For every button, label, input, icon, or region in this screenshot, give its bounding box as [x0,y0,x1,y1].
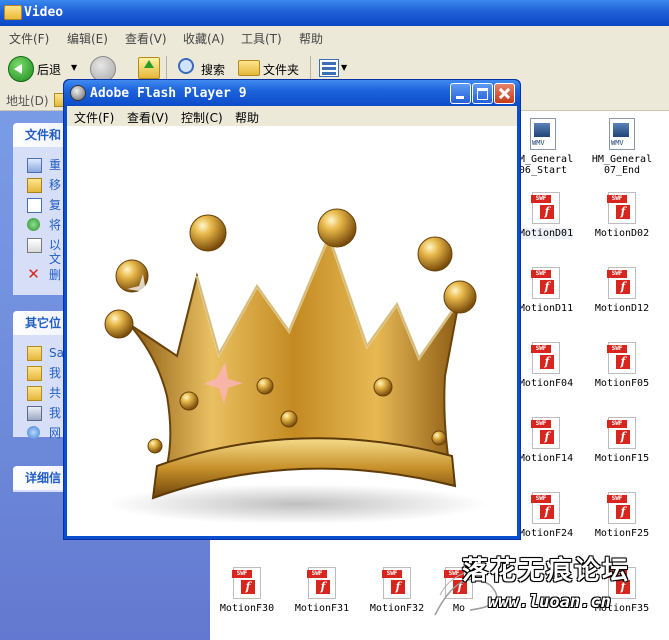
swf-file-icon: SWF f [607,492,636,524]
folder-icon [4,5,22,20]
watermark-url: www.luoan.cn [488,592,611,612]
file-item[interactable]: SWF f MotionF32 [359,567,435,614]
file-item[interactable]: SWF f MotionD12 [584,267,660,314]
file-name: MotionD12 [594,303,650,314]
swf-file-icon: SWF f [382,567,411,599]
fp-menu-help[interactable]: 帮助 [235,109,259,126]
file-item[interactable]: HM_General 07_End [584,118,660,176]
swf-file-icon: SWF f [531,192,560,224]
swf-file-icon: SWF f [607,342,636,374]
menu-favorites[interactable]: 收藏(A) [183,30,225,47]
maximize-button[interactable] [472,83,493,104]
toolbar-divider [310,56,311,80]
documents-icon [27,366,42,381]
swf-file-icon: SWF f [232,567,261,599]
network-icon [27,426,40,439]
flash-player-icon[interactable] [70,85,86,101]
menu-help[interactable]: 帮助 [299,30,323,47]
swf-file-icon: SWF f [531,492,560,524]
back-arrow-icon[interactable] [8,56,34,82]
file-item[interactable]: SWF f MotionF31 [284,567,360,614]
views-dropdown-icon[interactable]: ▼ [341,63,347,72]
swf-file-icon: SWF f [531,417,560,449]
menu-file[interactable]: 文件(F) [9,30,49,47]
wmv-file-icon [530,118,556,150]
shared-folder-icon [27,386,42,401]
menu-tools[interactable]: 工具(T) [241,30,282,47]
file-item[interactable]: SWF f MotionD02 [584,192,660,239]
move-icon [27,178,42,193]
back-button[interactable]: 后退 [37,61,61,78]
file-item[interactable]: SWF f MotionF25 [584,492,660,539]
toolbar-divider [166,56,167,80]
views-icon[interactable] [319,59,339,77]
watermark-text: 落花无痕论坛 [462,556,631,586]
file-name: MotionF25 [594,528,650,539]
file-name: MotionF15 [594,453,650,464]
file-item[interactable]: SWF f MotionF30 [209,567,285,614]
menu-edit[interactable]: 编辑(E) [67,30,108,47]
file-name: HM_General 07_End [591,154,653,176]
rename-icon [27,158,42,173]
back-dropdown-icon[interactable]: ▼ [71,63,77,72]
explorer-menu-bar: 文件(F) 编辑(E) 查看(V) 收藏(A) 工具(T) 帮助 [0,26,669,49]
file-name: MotionD02 [594,228,650,239]
folders-button[interactable]: 文件夹 [263,61,299,78]
computer-icon [27,406,42,421]
file-name: MotionF31 [294,603,350,614]
search-icon[interactable] [178,58,194,74]
flash-stage[interactable] [67,126,517,536]
menu-view[interactable]: 查看(V) [125,30,167,47]
file-name: MotionF32 [369,603,425,614]
folders-icon[interactable] [238,60,260,76]
flash-player-title: Adobe Flash Player 9 [90,86,247,101]
publish-web-icon [27,218,40,231]
delete-icon: ✕ [27,265,40,283]
explorer-title-bar[interactable]: Video [0,0,669,26]
file-item[interactable]: SWF f MotionF05 [584,342,660,389]
flash-player-window[interactable]: Adobe Flash Player 9 文件(F) 查看(V) 控制(C) 帮… [63,79,521,540]
crown-image [104,208,487,524]
copy-icon [27,198,42,213]
swf-file-icon: SWF f [531,342,560,374]
file-name: MotionD01 [518,228,574,239]
swf-file-icon: SWF f [607,192,636,224]
flash-player-menu-bar: 文件(F) 查看(V) 控制(C) 帮助 [67,106,517,126]
search-button[interactable]: 搜索 [201,61,225,78]
file-name: MotionF30 [219,603,275,614]
file-name: MotionF05 [594,378,650,389]
swf-file-icon: SWF f [607,417,636,449]
fp-menu-control[interactable]: 控制(C) [181,109,223,126]
close-button[interactable] [494,83,515,104]
wmv-file-icon [609,118,635,150]
fp-menu-file[interactable]: 文件(F) [74,109,114,126]
swf-file-icon: SWF f [607,267,636,299]
file-item[interactable]: SWF f MotionF15 [584,417,660,464]
email-icon [27,238,42,253]
address-label: 地址(D) [6,94,49,108]
folder-icon [27,346,42,361]
file-name: Mo [452,603,466,614]
explorer-title: Video [24,5,64,20]
swf-file-icon: SWF f [307,567,336,599]
flash-player-title-bar[interactable]: Adobe Flash Player 9 [64,80,520,106]
swf-file-icon: SWF f [531,267,560,299]
fp-menu-view[interactable]: 查看(V) [127,109,169,126]
minimize-button[interactable] [450,83,471,104]
up-folder-icon[interactable] [138,57,160,79]
